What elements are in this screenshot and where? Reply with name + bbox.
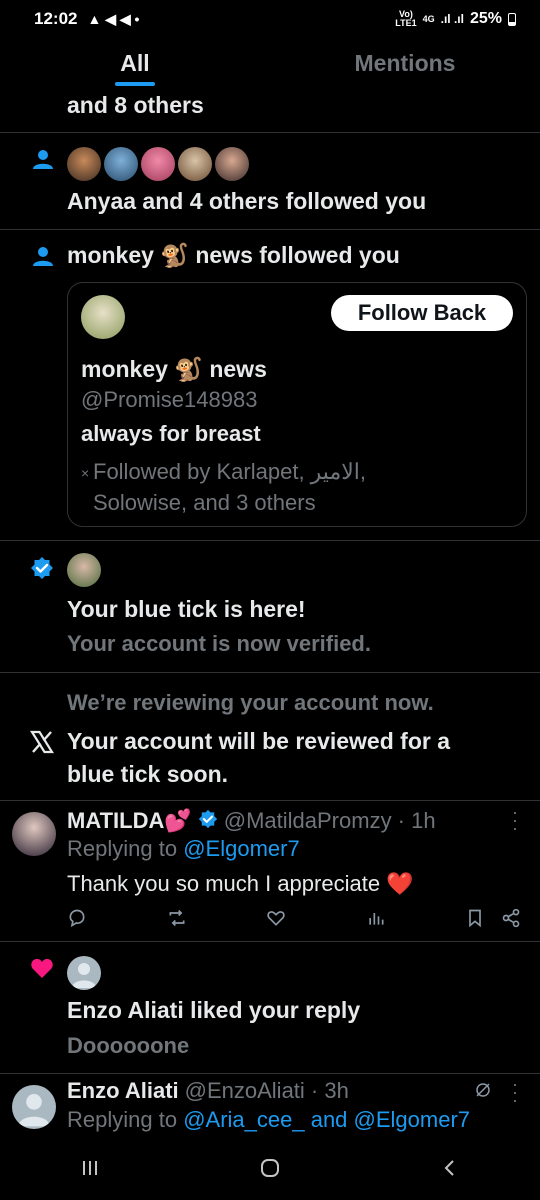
- retweet-icon[interactable]: [167, 908, 187, 933]
- divider: [0, 132, 540, 133]
- divider: [0, 941, 540, 942]
- tab-mentions[interactable]: Mentions: [270, 38, 540, 88]
- heart-filled-icon: [30, 957, 54, 984]
- divider: [0, 800, 540, 801]
- like-notification-title: Enzo Aliati liked your reply: [67, 997, 361, 1023]
- followed-by-line1: Followed by Karlapet, الامير,: [93, 459, 367, 484]
- divider: [0, 229, 540, 230]
- status-bar: 12:02 ▲ ◀ ◀ • Vo) LTE1 4G .ıl .ıl 25%: [0, 0, 540, 38]
- verified-subtitle: Your account is now verified.: [67, 631, 371, 656]
- home-icon[interactable]: [259, 1157, 281, 1184]
- follower-avatar[interactable]: [215, 147, 249, 181]
- recent-apps-icon[interactable]: [80, 1158, 100, 1183]
- more-options-icon[interactable]: · · ·: [512, 1075, 518, 1109]
- replying-to-link[interactable]: @Elgomer7: [183, 836, 300, 861]
- review-title-line1: Your account will be reviewed for a: [67, 728, 451, 754]
- notification-partial-text: and 8 others: [67, 92, 204, 118]
- divider: [0, 1073, 540, 1074]
- default-avatar[interactable]: [12, 1085, 56, 1129]
- reply-author-handle: @EnzoAliati · 3h: [184, 1078, 349, 1103]
- user-avatar[interactable]: [12, 812, 56, 856]
- person-icon: [32, 245, 54, 272]
- reply-author-name[interactable]: Enzo Aliati: [67, 1078, 179, 1104]
- user-handle: @Promise148983: [81, 387, 258, 412]
- network-type: 4G: [422, 14, 435, 24]
- divider: [0, 540, 540, 541]
- like-notification-subtitle: Doooooone: [67, 1033, 190, 1058]
- follower-avatar[interactable]: [178, 147, 212, 181]
- reply-text: Thank you so much I appreciate ❤️: [67, 871, 414, 896]
- follower-avatar[interactable]: [67, 147, 101, 181]
- replying-to-prefix: Replying to: [67, 836, 178, 861]
- verified-title: Your blue tick is here!: [67, 596, 306, 622]
- user-bio: always for breast: [81, 421, 261, 446]
- status-time: 12:02: [34, 9, 78, 28]
- review-subtitle: We’re reviewing your account now.: [67, 690, 434, 715]
- verified-badge-icon: [198, 809, 218, 834]
- replying-to-prefix: Replying to: [67, 1107, 178, 1132]
- more-options-icon[interactable]: · · ·: [512, 803, 518, 837]
- person-icon: [32, 148, 54, 175]
- tab-active-indicator: [115, 82, 155, 86]
- comment-icon[interactable]: [67, 908, 87, 933]
- review-title-line2: blue tick soon.: [67, 761, 229, 787]
- reply-actions: [67, 907, 527, 933]
- follow-back-button[interactable]: Follow Back: [331, 295, 513, 331]
- verified-badge-icon: [30, 556, 54, 585]
- share-icon[interactable]: [501, 908, 521, 933]
- tab-mentions-label: Mentions: [354, 49, 456, 76]
- follower-avatar[interactable]: [104, 147, 138, 181]
- notification-text: monkey 🐒 news followed you: [67, 242, 400, 268]
- x-logo-icon: [30, 730, 54, 759]
- notification-tabs: All Mentions: [0, 38, 540, 88]
- network-icon: Vo) LTE1: [395, 9, 417, 28]
- tab-all-label: All: [120, 49, 150, 76]
- reply-author-handle: @MatildaPromzy · 1h: [223, 808, 436, 833]
- user-name[interactable]: monkey 🐒 news: [81, 356, 267, 383]
- battery-icon: [508, 12, 516, 26]
- user-avatar[interactable]: [67, 553, 101, 587]
- battery-level: 25%: [469, 10, 502, 27]
- replying-to-link[interactable]: @Aria_cee_ and @Elgomer7: [183, 1107, 470, 1132]
- followed-by-line2: Solowise, and 3 others: [93, 490, 316, 515]
- like-icon[interactable]: [266, 908, 286, 933]
- bookmark-icon[interactable]: [465, 908, 485, 933]
- followed-by-icon: ×: [81, 465, 90, 481]
- notification-icons: ▲ ◀ ◀ •: [87, 10, 140, 27]
- divider: [0, 672, 540, 673]
- follower-avatar[interactable]: [141, 147, 175, 181]
- user-avatar[interactable]: [81, 295, 125, 339]
- tab-all[interactable]: All: [0, 38, 270, 88]
- signal-icon: .ıl .ıl: [440, 12, 464, 26]
- views-icon[interactable]: [366, 908, 386, 933]
- muted-conversation-icon: [474, 1081, 492, 1104]
- back-icon[interactable]: [440, 1158, 460, 1183]
- reply-author-name[interactable]: MATILDA💕: [67, 808, 192, 834]
- user-card[interactable]: Follow Back monkey 🐒 news @Promise148983…: [67, 282, 527, 527]
- notification-text: Anyaa and 4 others followed you: [67, 188, 427, 214]
- default-avatar[interactable]: [67, 956, 101, 990]
- system-nav-bar: [0, 1140, 540, 1200]
